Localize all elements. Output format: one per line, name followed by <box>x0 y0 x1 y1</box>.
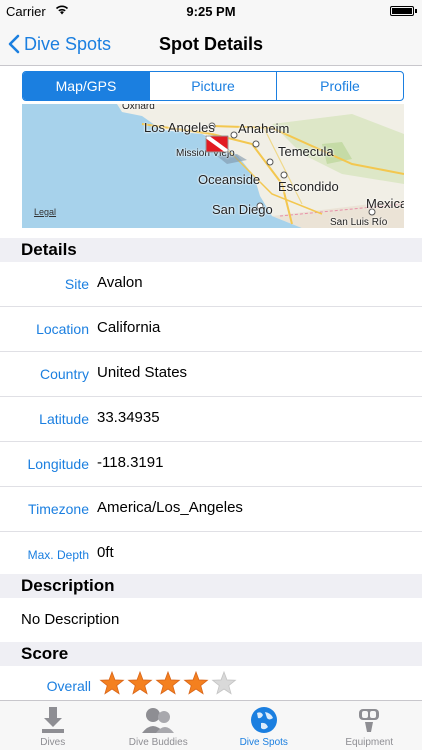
detail-value-max-depth: 0ft <box>97 544 114 561</box>
tab-label-dive-buddies: Dive Buddies <box>128 737 188 748</box>
detail-value-location: California <box>97 319 161 336</box>
detail-row-latitude[interactable]: Latitude 33.34935 <box>0 397 422 442</box>
tab-label-dives: Dives <box>40 737 66 748</box>
detail-value-longitude: -118.3191 <box>97 454 164 471</box>
map-label-mexicali: Mexicali <box>366 196 404 211</box>
star-rating[interactable] <box>99 671 237 697</box>
detail-value-timezone: America/Los_Angeles <box>97 499 243 516</box>
globe-icon <box>250 707 277 733</box>
map-label-los-angeles: Los Angeles <box>144 120 215 135</box>
detail-value-country: United States <box>97 364 188 381</box>
detail-row-location[interactable]: Location California <box>0 307 422 352</box>
detail-key-country: Country <box>39 366 89 382</box>
score-label-overall: Overall <box>46 678 91 694</box>
buddies-icon <box>142 708 175 733</box>
status-time: 9:25 PM <box>186 4 236 19</box>
detail-key-latitude: Latitude <box>39 411 89 427</box>
tab-equipment[interactable]: Equipment <box>317 701 422 750</box>
star-empty-icon[interactable] <box>211 671 237 697</box>
details-section-header: Details <box>0 238 422 262</box>
detail-key-location: Location <box>36 321 89 337</box>
map-label-temecula: Temecula <box>278 144 334 159</box>
detail-row-longitude[interactable]: Longitude -118.3191 <box>0 442 422 487</box>
map-label-san-diego: San Diego <box>212 202 273 217</box>
tab-dive-spots[interactable]: Dive Spots <box>211 701 317 750</box>
download-arrow-icon <box>41 707 64 733</box>
star-filled-icon[interactable] <box>127 671 153 697</box>
scuba-mask-icon <box>359 709 380 732</box>
detail-key-max-depth: Max. Depth <box>27 548 89 562</box>
detail-row-site[interactable]: Site Avalon <box>0 262 422 307</box>
description-text[interactable]: No Description <box>21 611 119 628</box>
description-section-header: Description <box>0 574 422 598</box>
view-segmented-control: Map/GPS Picture Profile <box>22 71 404 101</box>
dive-flag-pin-icon[interactable] <box>204 134 232 158</box>
star-filled-icon[interactable] <box>155 671 181 697</box>
segment-map-gps[interactable]: Map/GPS <box>23 72 149 100</box>
battery-icon <box>390 6 417 16</box>
status-bar: Carrier 9:25 PM <box>0 0 422 22</box>
detail-row-timezone[interactable]: Timezone America/Los_Angeles <box>0 487 422 532</box>
tab-label-dive-spots: Dive Spots <box>239 737 288 748</box>
star-filled-icon[interactable] <box>183 671 209 697</box>
map-label-oxnard: Oxnard <box>122 104 155 112</box>
detail-key-longitude: Longitude <box>27 456 89 472</box>
segment-profile[interactable]: Profile <box>276 72 403 100</box>
detail-row-country[interactable]: Country United States <box>0 352 422 397</box>
tab-bar: Dives Dive Buddies Dive Spots Equipment <box>0 700 422 750</box>
tab-dive-buddies[interactable]: Dive Buddies <box>106 701 212 750</box>
back-button[interactable]: Dive Spots <box>8 30 111 58</box>
segment-picture[interactable]: Picture <box>149 72 276 100</box>
map-label-escondido: Escondido <box>278 179 339 194</box>
detail-value-latitude: 33.34935 <box>97 409 160 426</box>
map-label-san-luis-rio: San Luis Río <box>330 217 388 228</box>
detail-key-site: Site <box>64 276 89 292</box>
star-filled-icon[interactable] <box>99 671 125 697</box>
back-button-label: Dive Spots <box>24 33 112 54</box>
map-legal-link[interactable]: Legal <box>34 207 56 217</box>
detail-key-timezone: Timezone <box>28 501 89 517</box>
detail-value-site: Avalon <box>97 274 143 291</box>
navigation-bar: Dive Spots Spot Details <box>0 22 422 66</box>
score-section-header: Score <box>0 642 422 666</box>
tab-dives[interactable]: Dives <box>0 701 106 750</box>
map-label-anaheim: Anaheim <box>238 121 290 136</box>
map-view[interactable]: Oxnard Los Angeles Anaheim Mission Viejo… <box>22 104 404 228</box>
score-row-overall: Overall <box>0 668 422 702</box>
chevron-left-icon <box>8 34 20 54</box>
map-label-oceanside: Oceanside <box>198 172 261 187</box>
tab-label-equipment: Equipment <box>345 737 394 748</box>
detail-row-max-depth[interactable]: Max. Depth 0ft <box>0 532 422 577</box>
